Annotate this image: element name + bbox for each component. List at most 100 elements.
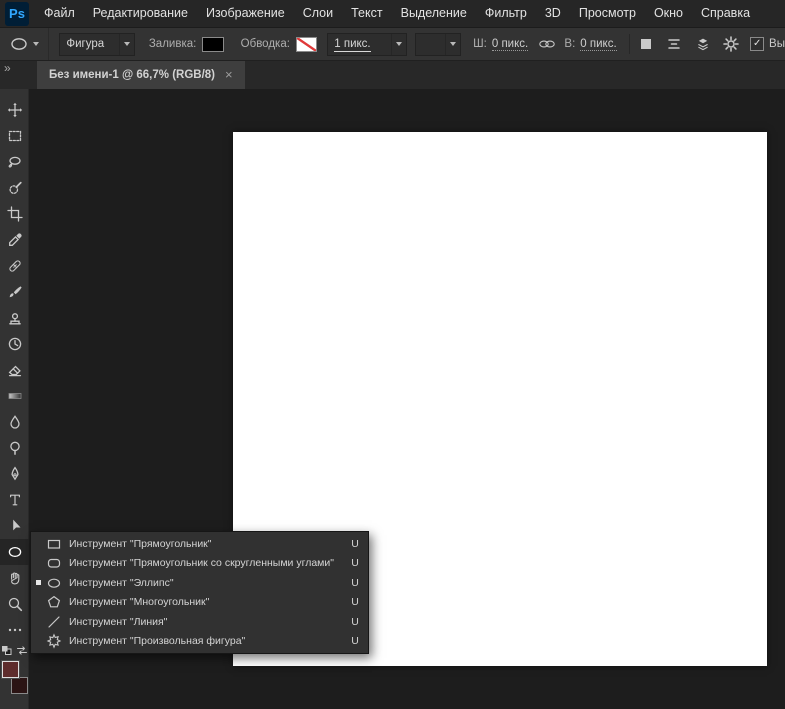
path-selection-tool[interactable] xyxy=(0,513,29,539)
color-swatches xyxy=(2,661,29,695)
chevron-down-icon xyxy=(32,42,39,46)
rect-marquee-tool[interactable] xyxy=(0,123,29,149)
flyout-item-label: Инструмент "Произвольная фигура" xyxy=(69,635,246,648)
gradient-tool[interactable] xyxy=(0,383,29,409)
ellipse-tool[interactable] xyxy=(0,539,29,565)
current-tool-marker xyxy=(36,561,41,566)
fill-swatch[interactable] xyxy=(202,36,224,52)
menu-edit[interactable]: Редактирование xyxy=(84,0,197,27)
document-tab[interactable]: Без имени-1 @ 66,7% (RGB/8) × xyxy=(37,60,245,89)
swap-colors-icon[interactable] xyxy=(16,645,28,656)
rectangle-icon xyxy=(46,536,69,552)
background-color-swatch[interactable] xyxy=(11,677,28,694)
flyout-item-shortcut: U xyxy=(351,596,359,609)
crop-tool[interactable] xyxy=(0,201,29,227)
path-operations-icon[interactable] xyxy=(635,33,658,55)
shape-tools-flyout: Инструмент "Прямоугольник" U Инструмент … xyxy=(30,531,369,654)
line-icon xyxy=(46,614,69,630)
tool-mode-value: Фигура xyxy=(66,38,105,50)
flyout-item-rectangle[interactable]: Инструмент "Прямоугольник" U xyxy=(31,534,368,554)
menu-3d[interactable]: 3D xyxy=(536,0,570,27)
history-brush-tool[interactable] xyxy=(0,331,29,357)
flyout-item-label: Инструмент "Линия" xyxy=(69,615,168,628)
menu-filter[interactable]: Фильтр xyxy=(476,0,536,27)
default-colors-icon[interactable] xyxy=(1,645,13,656)
eyedropper-tool[interactable] xyxy=(0,227,29,253)
gear-icon[interactable] xyxy=(719,33,742,55)
flyout-item-shortcut: U xyxy=(351,537,359,550)
dodge-tool[interactable] xyxy=(0,435,29,461)
current-tool-marker xyxy=(36,600,41,605)
flyout-item-label: Инструмент "Прямоугольник" xyxy=(69,537,212,550)
close-icon[interactable]: × xyxy=(225,67,233,82)
menu-view[interactable]: Просмотр xyxy=(570,0,645,27)
flyout-item-label: Инструмент "Эллипс" xyxy=(69,576,174,589)
flyout-item-custom-shape[interactable]: Инструмент "Произвольная фигура" U xyxy=(31,632,368,652)
flyout-item-label: Инструмент "Многоугольник" xyxy=(69,596,210,609)
flyout-item-shortcut: U xyxy=(351,557,359,570)
menu-help[interactable]: Справка xyxy=(692,0,759,27)
blur-tool[interactable] xyxy=(0,409,29,435)
more-tools[interactable] xyxy=(0,617,29,643)
stroke-width-field[interactable]: 1 пикс. xyxy=(327,32,407,56)
color-mini-controls xyxy=(0,643,29,657)
fill-label: Заливка: xyxy=(148,38,197,50)
width-label: Ш: xyxy=(473,38,487,50)
pen-tool[interactable] xyxy=(0,461,29,487)
align-edges-checkbox[interactable]: ✓ xyxy=(750,37,765,51)
eraser-tool[interactable] xyxy=(0,357,29,383)
quick-selection-tool[interactable] xyxy=(0,175,29,201)
ellipse-icon xyxy=(46,575,69,591)
document-tab-bar: » Без имени-1 @ 66,7% (RGB/8) × xyxy=(0,60,785,89)
zoom-tool[interactable] xyxy=(0,591,29,617)
flyout-item-shortcut: U xyxy=(351,635,359,648)
path-arrange-icon[interactable] xyxy=(691,33,714,55)
link-dimensions-icon[interactable] xyxy=(535,33,558,55)
toolbar xyxy=(0,89,29,709)
tool-mode-select[interactable]: Фигура xyxy=(59,32,135,56)
flyout-item-polygon[interactable]: Инструмент "Многоугольник" U xyxy=(31,593,368,613)
menu-window[interactable]: Окно xyxy=(645,0,692,27)
lasso-tool[interactable] xyxy=(0,149,29,175)
menu-type[interactable]: Текст xyxy=(342,0,391,27)
brush-tool[interactable] xyxy=(0,279,29,305)
flyout-item-rounded-rectangle[interactable]: Инструмент "Прямоугольник со скругленным… xyxy=(31,554,368,574)
width-value[interactable]: 0 пикс. xyxy=(491,38,529,51)
type-tool[interactable] xyxy=(0,487,29,513)
flyout-item-ellipse[interactable]: Инструмент "Эллипс" U xyxy=(31,573,368,593)
flyout-item-shortcut: U xyxy=(351,615,359,628)
chevron-down-icon xyxy=(390,33,406,55)
height-value[interactable]: 0 пикс. xyxy=(580,38,617,51)
polygon-icon xyxy=(46,594,69,610)
tool-preset-picker[interactable] xyxy=(0,28,50,60)
stroke-swatch[interactable] xyxy=(295,36,318,52)
stroke-label: Обводка: xyxy=(240,38,290,50)
height-label: В: xyxy=(564,38,576,50)
flyout-item-shortcut: U xyxy=(351,576,359,589)
ellipse-preset-icon xyxy=(10,37,28,51)
current-tool-marker xyxy=(36,639,41,644)
clone-stamp-tool[interactable] xyxy=(0,305,29,331)
menu-file[interactable]: Файл xyxy=(35,0,84,27)
rounded-rectangle-icon xyxy=(46,555,69,571)
toolbar-collapse-icon[interactable]: » xyxy=(4,61,11,75)
stroke-style-select[interactable] xyxy=(414,32,462,56)
menu-select[interactable]: Выделение xyxy=(392,0,476,27)
healing-brush-tool[interactable] xyxy=(0,253,29,279)
hand-tool[interactable] xyxy=(0,565,29,591)
current-tool-marker xyxy=(36,541,41,546)
align-edges-label: Вы xyxy=(769,38,785,50)
stroke-width-value[interactable]: 1 пикс. xyxy=(334,38,371,52)
move-tool[interactable] xyxy=(0,97,29,123)
flyout-item-line[interactable]: Инструмент "Линия" U xyxy=(31,612,368,632)
menu-image[interactable]: Изображение xyxy=(197,0,294,27)
current-tool-marker xyxy=(36,619,41,624)
chevron-down-icon xyxy=(118,33,134,55)
menu-layers[interactable]: Слои xyxy=(294,0,342,27)
tool-options-bar: Фигура Заливка: Обводка: 1 пикс. Ш: 0 пи… xyxy=(0,28,785,61)
chevron-down-icon xyxy=(445,33,460,55)
foreground-color-swatch[interactable] xyxy=(2,661,19,678)
document-tab-title: Без имени-1 @ 66,7% (RGB/8) xyxy=(49,68,215,81)
custom-shape-icon xyxy=(46,633,69,649)
path-align-icon[interactable] xyxy=(663,33,686,55)
